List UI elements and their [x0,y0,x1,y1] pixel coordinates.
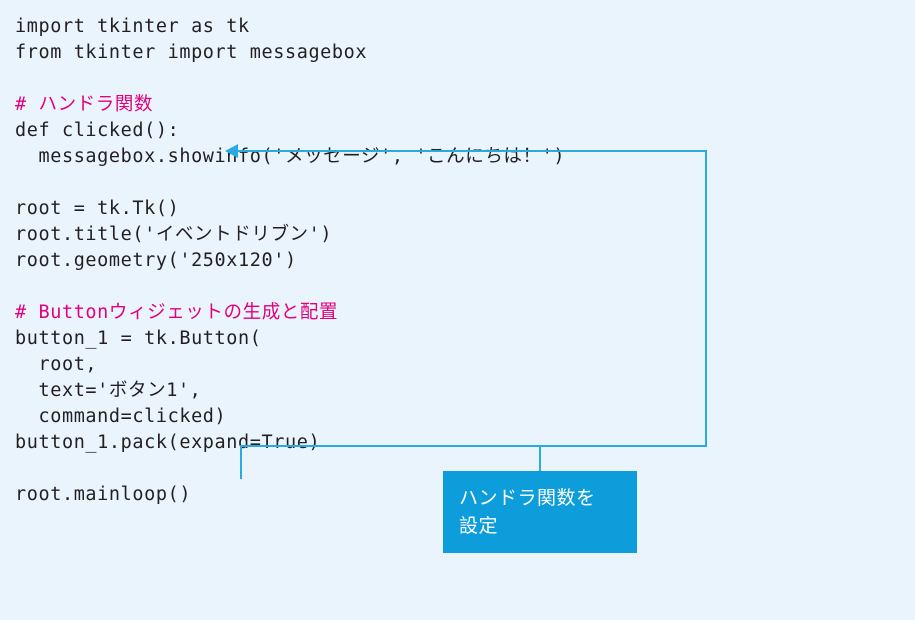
code-listing: import tkinter as tk from tkinter import … [15,14,565,508]
code-line: root.geometry('250x120') [15,250,297,271]
connector-bottom-horizontal [240,445,707,447]
code-line: button_1.pack(expand=True) [15,432,321,453]
code-line: root = tk.Tk() [15,198,180,219]
code-line: root, [15,354,98,375]
connector-right-vertical [705,150,707,447]
code-line-def-clicked: def clicked(): [15,120,180,141]
code-annotation-figure: import tkinter as tk from tkinter import … [0,0,915,620]
connector-top-horizontal [237,150,707,152]
callout-text-line-2: 設定 [459,515,499,537]
code-line: messagebox.showinfo('メッセージ', 'こんにちは！') [15,146,566,167]
code-line: button_1 = tk.Button( [15,328,262,349]
connector-left-stub-vertical [240,445,242,479]
code-line: import tkinter as tk [15,16,250,37]
code-line-comment: # ハンドラ関数 [15,94,154,115]
code-line-comment: # Buttonウィジェットの生成と配置 [15,302,339,323]
callout-box: ハンドラ関数を 設定 [443,471,637,553]
code-line-text-option: text='ボタン1', [15,380,202,401]
connector-callout-vertical [539,445,541,473]
code-line: from tkinter import messagebox [15,42,368,63]
code-line-command-option: command=clicked) [15,406,227,427]
code-line: root.title('イベントドリブン') [15,224,333,245]
callout-text-line-1: ハンドラ関数を [459,487,596,509]
